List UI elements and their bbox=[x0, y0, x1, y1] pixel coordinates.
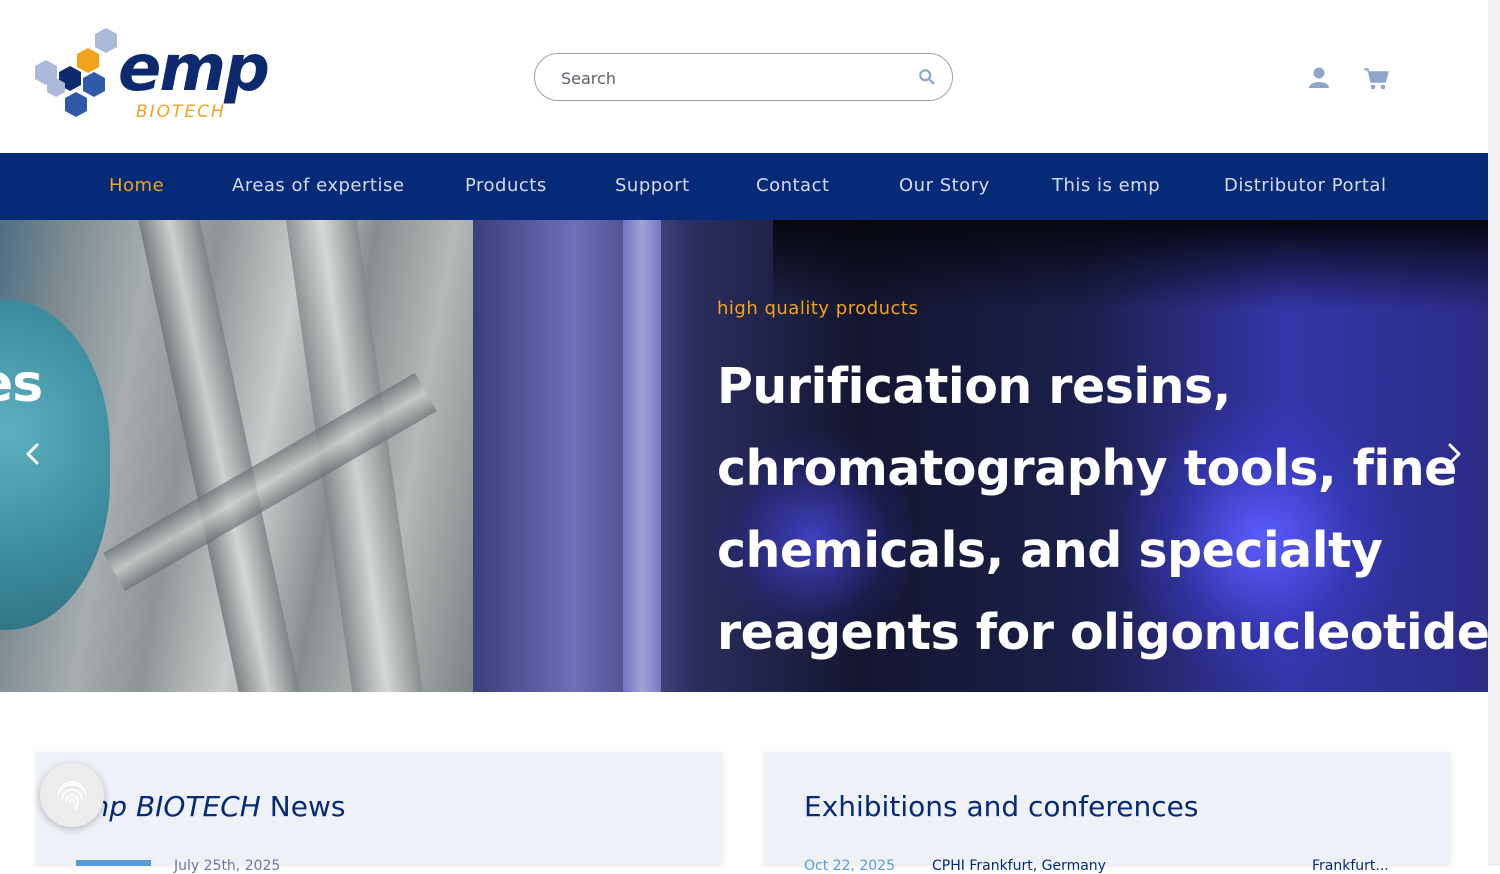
event-date: Oct 22, 2025 bbox=[804, 858, 895, 874]
hero-headline-line: Purification resins, bbox=[717, 358, 1231, 415]
news-date: July 25th, 2025 bbox=[174, 858, 281, 874]
nav-item-home[interactable]: Home bbox=[109, 175, 164, 196]
nav-item-distributor-portal[interactable]: Distributor Portal bbox=[1224, 175, 1386, 196]
previous-slide-text: es bbox=[0, 354, 43, 414]
hero-headline-line: chemicals, and specialty bbox=[717, 522, 1383, 579]
previous-slide-image: es bbox=[0, 220, 473, 692]
news-card: mp BIOTECH News July 25th, 2025 bbox=[36, 752, 723, 874]
hero-headline-line: reagents for oligonucleotide bbox=[717, 604, 1490, 661]
news-title: mp BIOTECH News bbox=[82, 790, 345, 823]
nav-item-contact[interactable]: Contact bbox=[756, 175, 830, 196]
main-navigation: Home Areas of expertise Products Support… bbox=[0, 153, 1488, 220]
glove-image bbox=[0, 300, 110, 630]
cart-icon[interactable] bbox=[1362, 64, 1390, 92]
search-input[interactable] bbox=[559, 66, 903, 90]
logo-subtitle: BIOTECH bbox=[136, 102, 226, 122]
page-scrollbar[interactable] bbox=[1488, 0, 1500, 866]
news-thumbnail[interactable] bbox=[76, 860, 151, 866]
user-icon[interactable] bbox=[1305, 64, 1333, 92]
site-header: emp BIOTECH bbox=[0, 0, 1488, 153]
events-title: Exhibitions and conferences bbox=[804, 790, 1199, 823]
search-icon[interactable] bbox=[918, 68, 936, 86]
hero-headline: Purification resins, chromatography tool… bbox=[717, 346, 1490, 674]
hero-eyebrow: high quality products bbox=[717, 298, 919, 319]
event-name[interactable]: CPHI Frankfurt, Germany bbox=[932, 858, 1106, 874]
news-title-word: News bbox=[269, 790, 346, 823]
nav-item-this-is-emp[interactable]: This is emp bbox=[1052, 175, 1160, 196]
event-meta: Frankfurt... bbox=[1312, 858, 1389, 874]
nav-item-products[interactable]: Products bbox=[465, 175, 547, 196]
cookie-consent-button[interactable] bbox=[40, 763, 104, 827]
carousel-next-arrow-icon[interactable] bbox=[1444, 442, 1464, 466]
events-card: Exhibitions and conferences Oct 22, 2025… bbox=[764, 752, 1451, 874]
nav-item-support[interactable]: Support bbox=[615, 175, 690, 196]
hexagon-logo-icon bbox=[35, 28, 117, 117]
search-box[interactable] bbox=[534, 53, 953, 101]
nav-item-our-story[interactable]: Our Story bbox=[899, 175, 990, 196]
hero-headline-line: chromatography tools, fine bbox=[717, 440, 1457, 497]
emp-biotech-logo[interactable]: emp BIOTECH bbox=[30, 26, 280, 122]
news-title-brand: mp BIOTECH bbox=[82, 790, 261, 823]
logo-wordmark: emp bbox=[118, 32, 270, 106]
fingerprint-icon bbox=[57, 781, 87, 810]
nav-item-areas-of-expertise[interactable]: Areas of expertise bbox=[232, 175, 404, 196]
carousel-prev-arrow-icon[interactable] bbox=[23, 442, 43, 466]
